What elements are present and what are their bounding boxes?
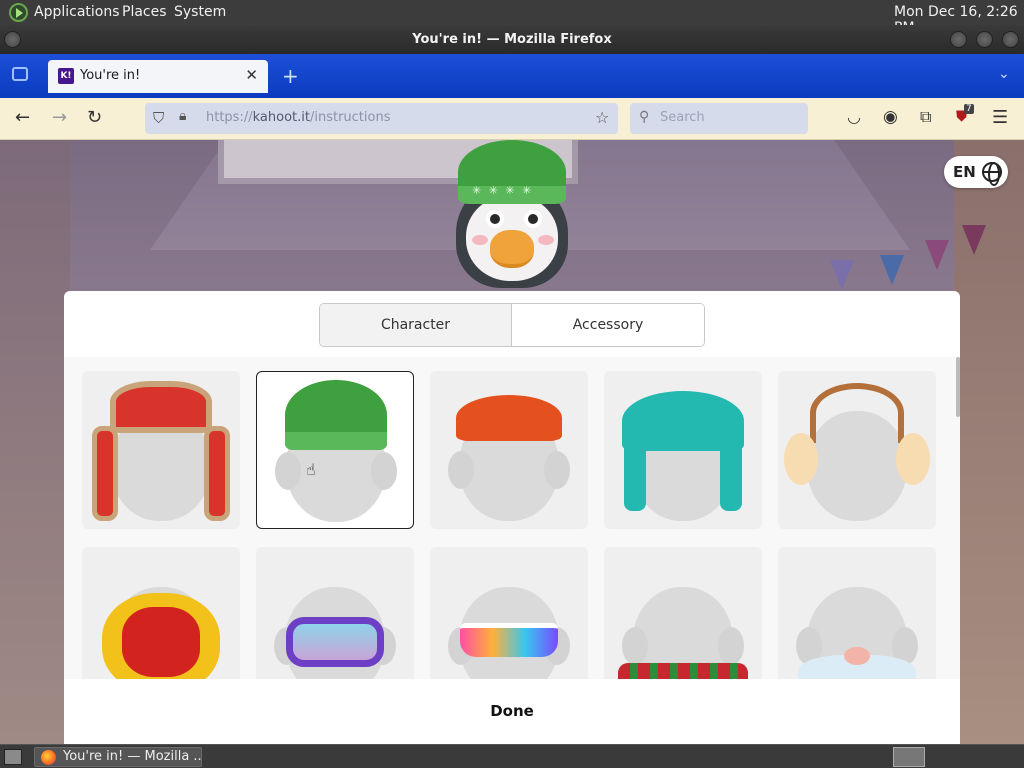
accessory-santa-beard[interactable]	[778, 547, 936, 679]
earmuffs-band	[810, 383, 904, 443]
language-button[interactable]: EN	[944, 156, 1008, 188]
santa-nose	[844, 647, 870, 665]
accessory-earmuffs[interactable]	[778, 371, 936, 529]
tab-accessory[interactable]: Accessory	[512, 304, 704, 346]
avatar-eye	[524, 210, 542, 228]
url-text[interactable]: https://kahoot.it/instructions	[206, 110, 390, 125]
taskbar-window-firefox[interactable]: You're in! — Mozilla ...	[34, 747, 202, 767]
account-icon[interactable]: ◉	[883, 107, 898, 127]
accessory-reindeer-beanie[interactable]	[256, 371, 414, 529]
hand-cursor-icon: ☝	[306, 460, 316, 479]
earmuff-pad	[896, 433, 930, 485]
forward-icon[interactable]: →	[52, 107, 67, 128]
kahoot-favicon-icon: K!	[58, 68, 74, 84]
plaid-scarf-graphic	[618, 663, 748, 679]
tab-strip: K! You're in! ✕ + ⌄	[0, 54, 1024, 98]
new-tab-icon[interactable]: +	[282, 64, 299, 88]
accessory-teal-snowflake-hat[interactable]	[604, 371, 762, 529]
pocket-icon[interactable]: ◡	[847, 107, 861, 126]
accessory-sport-sunglasses[interactable]	[430, 547, 588, 679]
lion-mask-face	[122, 607, 200, 677]
trapper-hat-flap	[92, 426, 118, 521]
accessory-trapper-hat[interactable]	[82, 371, 240, 529]
tab-overview-icon[interactable]	[12, 67, 28, 81]
search-placeholder: Search	[660, 110, 705, 125]
avatar-beak	[490, 230, 534, 268]
sunglasses-graphic	[460, 623, 558, 657]
distro-logo-icon[interactable]	[9, 3, 28, 22]
close-window-button[interactable]	[1002, 31, 1019, 48]
trapper-hat-flap	[204, 426, 230, 521]
reindeer-beanie-graphic	[285, 380, 387, 450]
grid-scrollbar[interactable]	[956, 357, 960, 417]
tracking-shield-icon[interactable]: ⛉	[153, 109, 164, 127]
placeholder-ear	[275, 452, 301, 490]
reindeer-beanie-hat	[458, 140, 566, 204]
workspace-switcher[interactable]	[893, 747, 925, 767]
accessory-orange-beanie[interactable]	[430, 371, 588, 529]
pennant-flag	[830, 260, 854, 290]
search-icon: ⚲	[639, 109, 650, 125]
accessory-grid	[64, 357, 960, 679]
pennant-flag	[962, 225, 986, 255]
trapper-hat-crown	[110, 381, 212, 433]
avatar-eye	[486, 210, 504, 228]
penguin-avatar	[448, 140, 576, 292]
tab-title: You're in!	[80, 68, 141, 83]
done-button[interactable]: Done	[64, 691, 960, 731]
avatar-customizer-dialog: Character Accessory Done	[64, 291, 960, 744]
globe-icon	[982, 162, 1002, 186]
maximize-button[interactable]	[976, 31, 993, 48]
placeholder-ear	[448, 451, 474, 489]
bookmark-star-icon[interactable]: ☆	[595, 108, 609, 127]
classroom-wall-left	[0, 140, 70, 744]
extensions-icon[interactable]: ⧉	[920, 107, 931, 127]
ublock-badge: 7	[964, 104, 974, 114]
placeholder-ear	[718, 627, 744, 665]
placeholder-ear	[622, 627, 648, 665]
orange-beanie-graphic	[456, 395, 562, 441]
tab-close-icon[interactable]: ✕	[245, 66, 258, 84]
url-bar[interactable]: ⛉ 🔒︎ https://kahoot.it/instructions ☆	[145, 103, 618, 134]
avatar-cheek	[538, 235, 554, 245]
tab-character[interactable]: Character	[320, 304, 512, 346]
navigation-toolbar: ← → ↻ ⛉ 🔒︎ https://kahoot.it/instruction…	[0, 98, 1024, 140]
lock-icon[interactable]: 🔒︎	[179, 108, 186, 124]
window-titlebar[interactable]: You're in! — Mozilla Firefox	[0, 25, 1024, 54]
window-title: You're in! — Mozilla Firefox	[412, 32, 612, 47]
accessory-lion-dance-mask[interactable]	[82, 547, 240, 679]
placeholder-ear	[544, 451, 570, 489]
language-label: EN	[953, 163, 976, 181]
window-menu-button[interactable]	[4, 31, 21, 48]
taskbar: You're in! — Mozilla ...	[0, 744, 1024, 768]
app-menu-icon[interactable]: ☰	[992, 107, 1008, 128]
top-panel: Applications Places System Mon Dec 16, 2…	[0, 0, 1024, 36]
reload-icon[interactable]: ↻	[87, 107, 102, 128]
places-menu[interactable]: Places	[122, 4, 167, 20]
list-all-tabs-icon[interactable]: ⌄	[998, 66, 1010, 82]
avatar-cheek	[472, 235, 488, 245]
applications-menu[interactable]: Applications	[34, 4, 120, 20]
minimize-button[interactable]	[950, 31, 967, 48]
earmuff-pad	[784, 433, 818, 485]
search-bar[interactable]: ⚲ Search	[630, 103, 808, 134]
placeholder-ear	[371, 452, 397, 490]
accessory-purple-ski-goggles[interactable]	[256, 547, 414, 679]
pennant-flag	[880, 255, 904, 285]
system-menu[interactable]: System	[174, 4, 226, 20]
taskbar-window-label: You're in! — Mozilla ...	[63, 749, 202, 764]
teal-hat-flap	[720, 441, 742, 511]
pennant-flag	[925, 240, 949, 270]
page-content: EN Character Accessory	[0, 140, 1024, 744]
teal-hat-flap	[624, 441, 646, 511]
ski-goggles-graphic	[286, 617, 384, 667]
accessory-plaid-scarf[interactable]	[604, 547, 762, 679]
firefox-icon	[41, 750, 56, 765]
character-accessory-toggle: Character Accessory	[319, 303, 705, 347]
show-desktop-icon[interactable]	[4, 749, 22, 765]
tab-youre-in[interactable]: K! You're in! ✕	[48, 60, 268, 93]
back-icon[interactable]: ←	[15, 107, 30, 128]
